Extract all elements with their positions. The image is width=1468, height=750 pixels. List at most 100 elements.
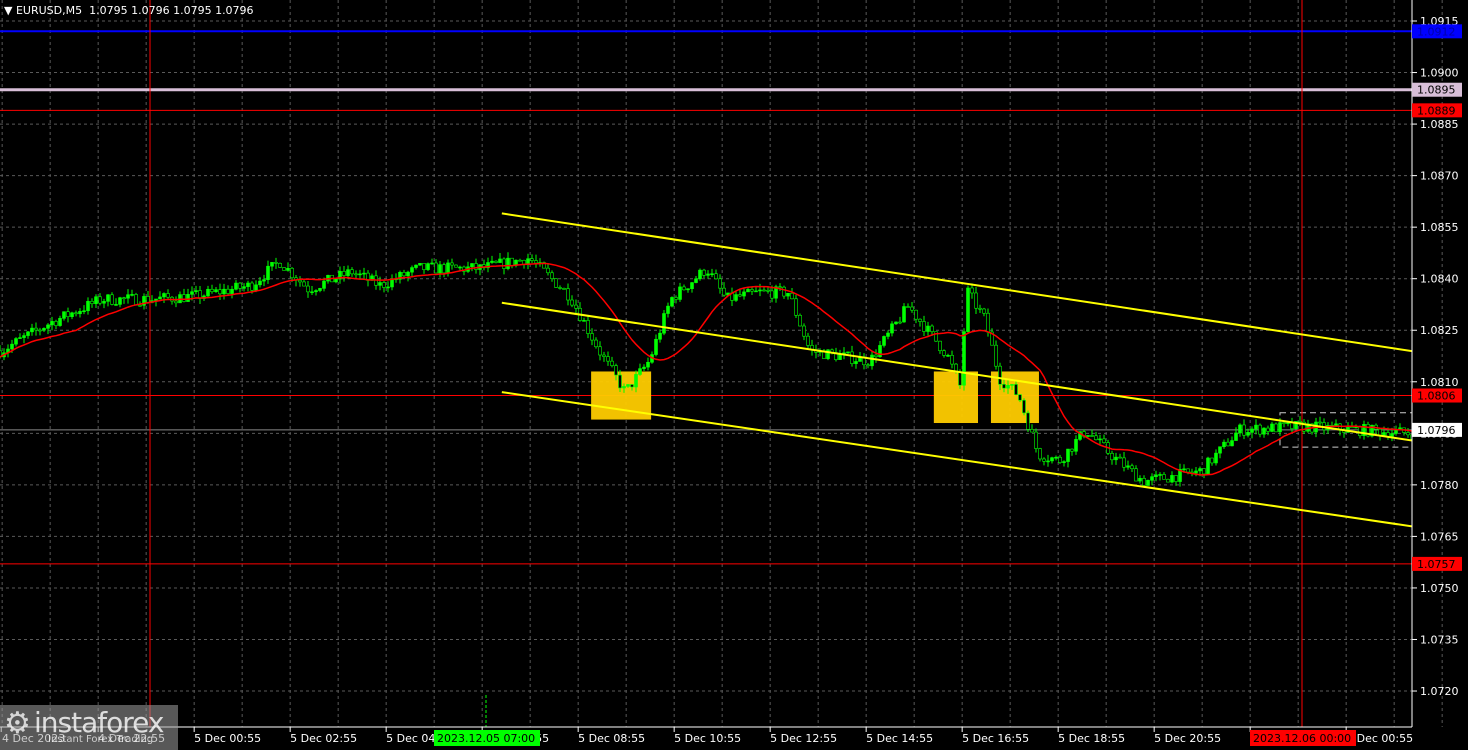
candle-body	[678, 286, 682, 300]
candle-body	[1058, 456, 1062, 463]
candle-body	[1086, 435, 1090, 437]
candle-body	[42, 328, 46, 331]
candle-body	[1238, 424, 1242, 434]
candle-body	[886, 332, 890, 337]
candle-body	[602, 354, 606, 357]
candle-body	[182, 294, 186, 302]
candle-body	[234, 282, 238, 290]
candle-body	[850, 351, 854, 364]
candle-body	[306, 285, 310, 293]
candle-body	[962, 331, 966, 386]
candle-body	[446, 262, 450, 274]
candle-body	[342, 271, 346, 276]
candle-body	[938, 340, 942, 352]
candle-body	[426, 263, 430, 270]
candle-body	[266, 265, 270, 280]
candle-body	[1050, 457, 1054, 462]
candle-body	[34, 327, 38, 331]
price-tag-label: 1.0895	[1417, 84, 1456, 97]
candle-body	[146, 296, 150, 303]
candle-body	[362, 272, 366, 275]
moving-average-line	[0, 262, 1412, 476]
time-marker-label: 2023.12.06 00:00	[1253, 732, 1351, 745]
signal-box	[933, 371, 978, 424]
candle-body	[350, 269, 354, 275]
candle-body	[1334, 423, 1338, 427]
candle-body	[662, 313, 666, 334]
candle-body	[1138, 478, 1142, 482]
instaforex-logo: ⚙ instaforex Instant Forex Trading	[0, 705, 178, 750]
candle-body	[582, 320, 586, 322]
y-tick-label: 1.0765	[1420, 530, 1459, 543]
candle-body	[1242, 424, 1246, 436]
candle-body	[1210, 457, 1214, 464]
candle-body	[718, 278, 722, 289]
candle-body	[282, 267, 286, 271]
candle-body	[498, 258, 502, 263]
candle-body	[1202, 468, 1206, 475]
logo-tagline: Instant Forex Trading	[48, 734, 154, 745]
candle-body	[894, 321, 898, 325]
candle-body	[78, 311, 82, 315]
candle-body	[686, 288, 690, 291]
candle-body	[1006, 384, 1010, 389]
candle-body	[1354, 426, 1358, 429]
y-tick-label: 1.0840	[1420, 273, 1459, 286]
candle-body	[806, 335, 810, 346]
candle-body	[22, 335, 26, 338]
candle-body	[518, 259, 522, 262]
candle-body	[698, 269, 702, 280]
collapse-arrow-icon[interactable]: ▼	[4, 4, 12, 17]
candle-body	[558, 287, 562, 289]
candle-body	[1170, 475, 1174, 483]
candle-body	[302, 281, 306, 287]
time-axis[interactable]: 4 Dec 20234 Dec 22:555 Dec 00:555 Dec 02…	[0, 727, 1413, 745]
candle-body	[162, 293, 166, 298]
candle-body	[122, 297, 126, 300]
candle-body	[690, 282, 694, 289]
price-chart[interactable]: 1.09151.09001.08851.08701.08551.08401.08…	[0, 0, 1468, 750]
candle-body	[1278, 422, 1282, 433]
x-tick-label: 5 Dec 12:55	[770, 732, 837, 745]
candle-body	[166, 293, 170, 298]
candle-body	[58, 318, 62, 326]
candle-body	[654, 338, 658, 355]
candle-body	[626, 384, 630, 387]
price-tag-label: 1.0796	[1417, 424, 1456, 437]
candle-body	[1018, 394, 1022, 401]
candle-body	[1102, 438, 1106, 443]
candle-body	[314, 290, 318, 293]
y-tick-label: 1.0825	[1420, 324, 1459, 337]
candle-body	[1222, 441, 1226, 448]
candle-body	[622, 386, 626, 389]
candle-body	[682, 286, 686, 291]
price-axis[interactable]: 1.09151.09001.08851.08701.08551.08401.08…	[1412, 15, 1459, 698]
candle-body	[206, 288, 210, 297]
candle-body	[978, 307, 982, 310]
candle-body	[46, 324, 50, 329]
candle-body	[94, 296, 98, 304]
candle-body	[1254, 424, 1258, 430]
candle-body	[1062, 461, 1066, 463]
x-tick-label: 5 Dec 02:55	[290, 732, 357, 745]
candle-body	[838, 354, 842, 360]
candle-body	[1002, 384, 1006, 389]
candle-body	[1150, 476, 1154, 481]
candle-body	[878, 345, 882, 358]
candle-body	[66, 311, 70, 317]
candle-body	[534, 260, 538, 264]
candle-body	[70, 312, 74, 317]
candle-body	[966, 287, 970, 332]
candle-body	[914, 309, 918, 320]
candle-body	[210, 288, 214, 292]
candle-body	[262, 279, 266, 282]
candle-body	[1022, 399, 1026, 414]
candle-body	[1162, 474, 1166, 480]
candle-body	[1110, 453, 1114, 461]
x-tick-label: 5 Dec 00:55	[194, 732, 261, 745]
candle-body	[782, 286, 786, 297]
gear-logo-icon: ⚙	[4, 706, 31, 741]
candle-body	[298, 279, 302, 283]
candle-body	[218, 289, 222, 295]
candle-body	[334, 278, 338, 283]
